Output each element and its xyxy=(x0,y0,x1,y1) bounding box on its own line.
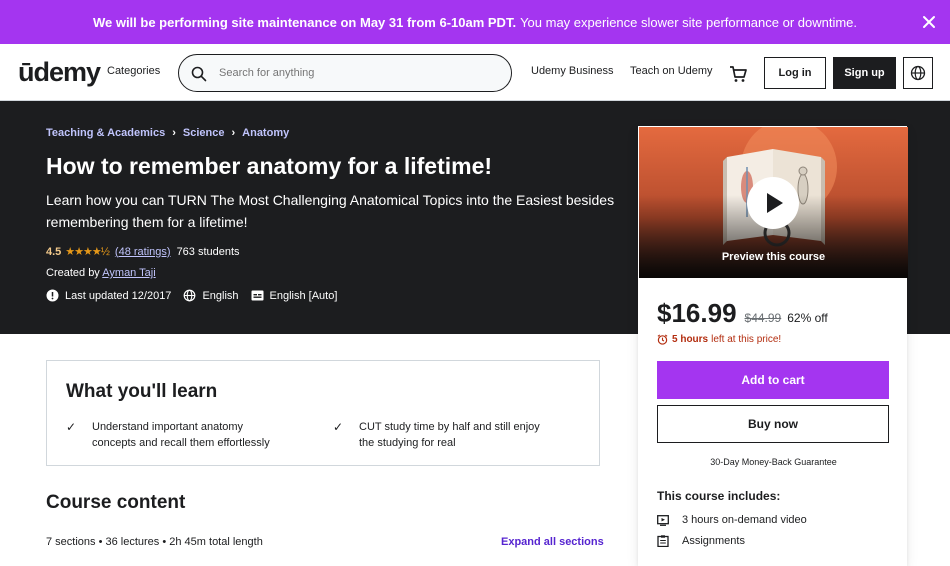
learn-item: ✓ Understand important anatomy concepts … xyxy=(66,419,286,451)
includes-item-text: Assignments xyxy=(682,535,745,547)
search-icon[interactable] xyxy=(191,66,207,82)
alert-badge-icon xyxy=(46,289,59,302)
breadcrumb-science[interactable]: Science xyxy=(183,127,225,139)
learn-heading: What you'll learn xyxy=(66,381,218,402)
last-updated-text: Last updated 12/2017 xyxy=(65,289,172,302)
breadcrumb-anatomy[interactable]: Anatomy xyxy=(242,127,289,139)
created-by-label: Created by xyxy=(46,267,100,279)
preview-label: Preview this course xyxy=(721,251,826,263)
search-bar[interactable] xyxy=(178,54,512,92)
shopping-cart-icon[interactable] xyxy=(728,64,748,84)
author-link[interactable]: Ayman Taji xyxy=(102,267,155,279)
buy-now-button[interactable]: Buy now xyxy=(657,405,889,443)
breadcrumb-teaching-academics[interactable]: Teaching & Academics xyxy=(46,127,165,139)
alarm-clock-icon xyxy=(657,334,668,345)
learn-item-text: Understand important anatomy concepts an… xyxy=(92,421,270,449)
close-icon[interactable] xyxy=(920,13,938,31)
rating-row: 4.5 ★★★★½ (48 ratings) 763 students xyxy=(46,245,240,259)
maintenance-banner: We will be performing site maintenance o… xyxy=(0,0,950,44)
what-youll-learn-box: What you'll learn ✓ Understand important… xyxy=(46,360,600,466)
checkmark-icon: ✓ xyxy=(333,420,344,434)
globe-icon xyxy=(184,289,196,302)
course-title: How to remember anatomy for a lifetime! xyxy=(46,153,493,179)
categories-link[interactable]: Categories xyxy=(107,65,160,77)
learn-item-text: CUT study time by half and still enjoy t… xyxy=(359,421,540,449)
banner-text: You may experience slower site performan… xyxy=(520,14,858,30)
globe-icon xyxy=(910,65,926,81)
ratings-count-link[interactable]: (48 ratings) xyxy=(115,246,171,258)
teach-on-udemy-link[interactable]: Teach on Udemy xyxy=(630,65,713,77)
course-content-meta: 7 sections • 36 lectures • 2h 45m total … xyxy=(46,536,263,548)
expand-all-sections-button[interactable]: Expand all sections xyxy=(501,536,604,548)
original-price: $44.99 xyxy=(744,311,782,325)
chevron-right-icon: › xyxy=(231,127,236,139)
course-meta: Last updated 12/2017 English English [Au… xyxy=(46,289,349,302)
closed-captions-icon xyxy=(251,290,264,301)
last-updated: Last updated 12/2017 xyxy=(46,289,171,302)
includes-item: Assignments xyxy=(657,535,745,547)
assignment-icon xyxy=(657,535,669,547)
money-back-guarantee: 30-Day Money-Back Guarantee xyxy=(710,457,837,467)
timer-text: left at this price! xyxy=(711,334,782,345)
current-price: $16.99 xyxy=(657,298,737,328)
captions-text: English [Auto] xyxy=(269,289,338,302)
price-timer: 5 hours left at this price! xyxy=(657,334,781,345)
course-captions: English [Auto] xyxy=(251,289,338,302)
banner-bold-text: We will be performing site maintenance o… xyxy=(92,14,517,30)
price-row: $16.99 $44.99 62% off xyxy=(657,298,828,329)
student-count: 763 students xyxy=(176,245,240,258)
udemy-logo[interactable]: ūdemy xyxy=(18,57,101,88)
udemy-business-link[interactable]: Udemy Business xyxy=(531,65,614,77)
signup-button[interactable]: Sign up xyxy=(833,57,896,89)
play-icon[interactable] xyxy=(747,177,799,229)
chevron-right-icon: › xyxy=(172,127,176,139)
created-by: Created by Ayman Taji xyxy=(46,267,156,279)
star-rating-icon: ★★★★½ xyxy=(65,246,110,258)
discount-percent: 62% off xyxy=(787,311,828,325)
checkmark-icon: ✓ xyxy=(66,420,77,434)
includes-item: 3 hours on-demand video xyxy=(657,514,807,526)
logo-text: ūdemy xyxy=(18,57,101,87)
timer-hours: 5 hours xyxy=(672,334,709,345)
course-content-heading: Course content xyxy=(46,492,186,513)
search-input[interactable] xyxy=(219,64,499,82)
course-preview[interactable]: Preview this course xyxy=(639,127,908,278)
video-icon xyxy=(657,514,669,526)
includes-item-text: 3 hours on-demand video xyxy=(682,514,807,526)
add-to-cart-button[interactable]: Add to cart xyxy=(657,361,889,399)
login-button[interactable]: Log in xyxy=(764,57,826,89)
includes-heading: This course includes: xyxy=(657,489,781,503)
language-text: English xyxy=(202,289,239,302)
breadcrumb: Teaching & Academics › Science › Anatomy xyxy=(46,127,289,139)
learn-item: ✓ CUT study time by half and still enjoy… xyxy=(333,419,553,451)
purchase-card: Preview this course $16.99 $44.99 62% of… xyxy=(638,126,908,566)
language-button[interactable] xyxy=(903,57,933,89)
course-subtitle: Learn how you can TURN The Most Challeng… xyxy=(46,192,615,230)
rating-value: 4.5 xyxy=(46,245,62,258)
course-language: English xyxy=(183,289,239,302)
